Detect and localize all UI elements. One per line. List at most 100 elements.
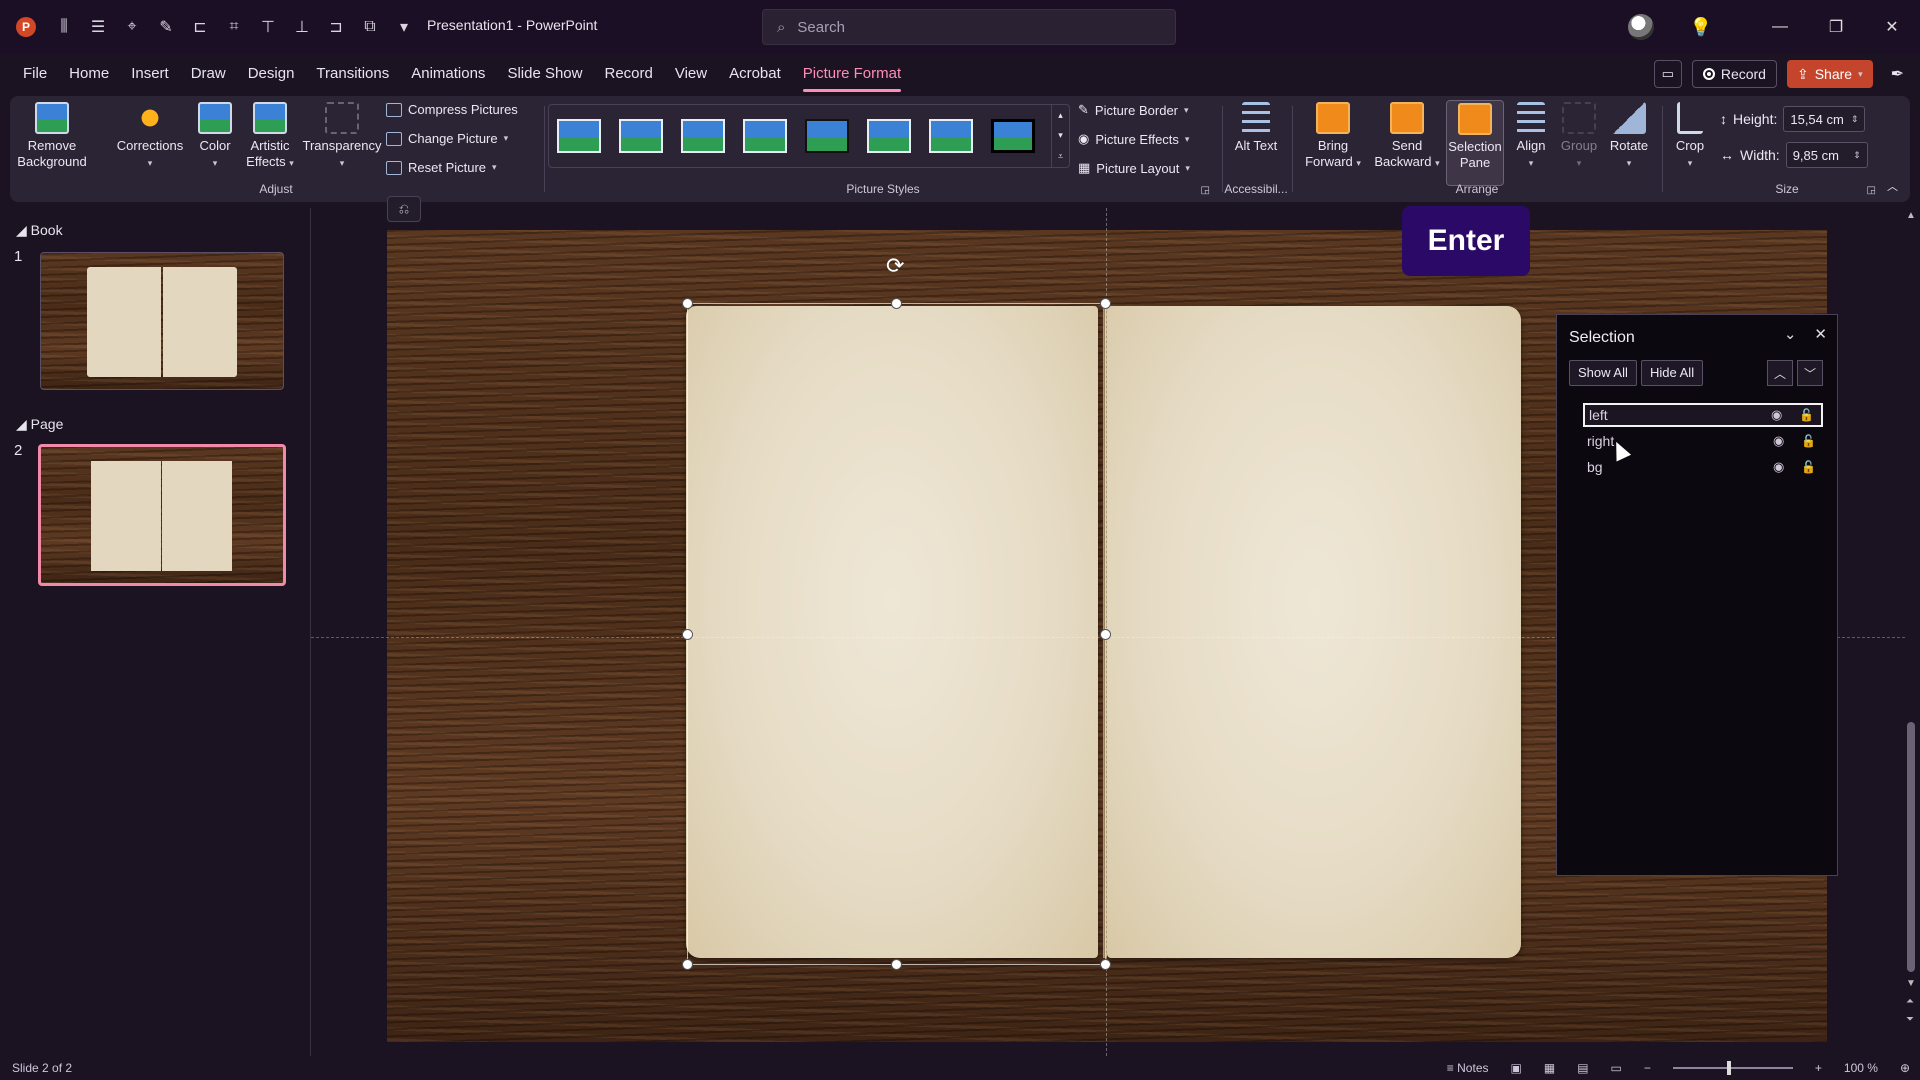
resize-handle[interactable] [1100,629,1111,640]
resize-handle[interactable] [682,959,693,970]
record-button[interactable]: Record [1691,60,1777,88]
crop-icon[interactable]: ⌗ [222,15,246,39]
reset-picture-button[interactable]: Reset Picture ▾ [386,160,497,175]
tab-picture-format[interactable]: Picture Format [792,54,912,94]
resize-handle[interactable] [682,629,693,640]
hide-all-button[interactable]: Hide All [1641,360,1704,386]
unlock-icon[interactable]: 🔓 [1799,408,1815,422]
change-picture-button[interactable]: Change Picture ▾ [386,131,508,146]
corrections-button[interactable]: Corrections ▾ [114,100,186,171]
gallery-more-icon[interactable]: ⩡ [1058,151,1063,162]
picture-styles-launcher-icon[interactable]: ◲ [1201,185,1210,196]
resize-handle[interactable] [891,298,902,309]
tab-home[interactable]: Home [58,54,120,94]
align-bottom-icon[interactable]: ⊥ [290,15,314,39]
next-slide-icon[interactable]: ⏷ [1906,1014,1914,1025]
tab-design[interactable]: Design [237,54,306,94]
eye-icon[interactable]: ◉ [1773,433,1789,449]
picture-layout-button[interactable]: ▦ Picture Layout ▾ [1078,160,1190,176]
artistic-effects-button[interactable]: Artistic Effects ▾ [240,100,300,171]
unlock-icon[interactable]: 🔓 [1801,434,1817,448]
draw-icon[interactable]: ✎ [154,15,178,39]
resize-handle[interactable] [891,959,902,970]
tab-view[interactable]: View [664,54,718,94]
group-icon[interactable]: ⧉ [358,15,382,39]
resize-handle[interactable] [1100,298,1111,309]
resize-handle[interactable] [682,298,693,309]
picture-style-thumbnail[interactable] [743,119,787,153]
pen-icon[interactable]: ✒ [1891,64,1904,84]
slide-show-icon[interactable]: ▭ [1611,1061,1622,1075]
spinner-icon[interactable]: ⇕ [1851,114,1859,125]
tab-animations[interactable]: Animations [400,54,496,94]
rotate-handle-icon[interactable]: ⟳ [886,253,904,279]
color-button[interactable]: Color ▾ [192,100,238,171]
align-vertical-icon[interactable]: ⫼ [52,15,76,39]
picture-style-thumbnail[interactable] [929,119,973,153]
tab-draw[interactable]: Draw [180,54,237,94]
section-page[interactable]: ◢ Page [16,416,63,433]
send-backward-button[interactable]: Send Backward ▾ [1370,100,1444,171]
share-button[interactable]: ⇪ Share ▾ [1786,60,1873,88]
vertical-scrollbar[interactable]: ▲ ▼ ⏶ ⏷ [1904,208,1918,1056]
zoom-out-icon[interactable]: − [1644,1061,1651,1075]
normal-view-icon[interactable]: ▣ [1511,1061,1522,1075]
slide-options-icon[interactable]: ⎌ [387,196,421,222]
customize-qat-icon[interactable]: ▾ [392,15,416,39]
restore-button[interactable]: ❐ [1808,17,1864,37]
lightbulb-icon[interactable]: 💡 [1690,17,1712,38]
chevron-down-icon[interactable]: ▾ [1058,130,1063,141]
width-input[interactable]: 9,85 cm ⇕ [1785,142,1868,168]
compress-pictures-button[interactable]: Compress Pictures [386,102,518,117]
comments-button[interactable]: ▭ [1653,60,1682,88]
distribute-icon[interactable]: ☰ [86,15,110,39]
picture-effects-button[interactable]: ◉ Picture Effects ▾ [1078,131,1189,147]
avatar[interactable] [1627,14,1654,40]
rotate-button[interactable]: Rotate ▾ [1604,100,1654,171]
send-backward-order-button[interactable]: ﹀ [1797,360,1823,386]
align-right-icon[interactable]: ⊐ [324,15,348,39]
picture-border-button[interactable]: ✎ Picture Border ▾ [1078,102,1189,118]
close-window-button[interactable]: ✕ [1864,17,1920,37]
tab-record[interactable]: Record [593,54,663,94]
size-launcher-icon[interactable]: ◲ [1867,185,1876,196]
tab-insert[interactable]: Insert [120,54,180,94]
section-book[interactable]: ◢ Book [16,222,63,239]
eye-icon[interactable]: ◉ [1771,407,1787,423]
show-all-button[interactable]: Show All [1569,360,1637,386]
group-button[interactable]: Group ▾ [1556,100,1602,171]
close-icon[interactable]: ✕ [1814,325,1827,343]
remove-background-button[interactable]: Remove Background [16,100,88,170]
spinner-icon[interactable]: ⇕ [1853,150,1861,161]
scrollbar-thumb[interactable] [1907,722,1915,972]
scroll-down-icon[interactable]: ▼ [1906,978,1916,989]
alt-text-button[interactable]: Alt Text [1228,100,1284,154]
bring-forward-order-button[interactable]: ︿ [1767,360,1793,386]
tab-slide-show[interactable]: Slide Show [496,54,593,94]
notes-button[interactable]: ≡ Notes [1447,1061,1489,1075]
slide-sorter-icon[interactable]: ▦ [1544,1061,1555,1075]
zoom-slider-knob[interactable] [1726,1061,1731,1075]
selection-pane-button[interactable]: Selection Pane [1446,100,1504,186]
tab-acrobat[interactable]: Acrobat [718,54,792,94]
reading-view-icon[interactable]: ▤ [1577,1061,1588,1075]
tab-transitions[interactable]: Transitions [305,54,400,94]
picture-style-thumbnail[interactable] [557,119,601,153]
slide-thumbnail-1[interactable] [40,252,284,390]
unlock-icon[interactable]: 🔓 [1801,460,1817,474]
tab-file[interactable]: File [12,54,58,94]
zoom-slider[interactable] [1672,1061,1793,1075]
bring-forward-button[interactable]: Bring Forward ▾ [1298,100,1368,171]
zoom-in-icon[interactable]: + [1815,1061,1822,1075]
selection-item-left[interactable]: left ◉ 🔓 [1583,403,1823,427]
align-center-icon[interactable]: ⌖ [120,15,144,39]
align-button[interactable]: Align ▾ [1508,100,1554,171]
height-input[interactable]: 15,54 cm ⇕ [1783,106,1866,132]
chevron-down-icon[interactable]: ⌄ [1784,325,1797,343]
crop-button[interactable]: Crop ▾ [1668,100,1712,171]
transparency-button[interactable]: Transparency ▾ [300,100,384,171]
fit-to-window-icon[interactable]: ⊕ [1900,1061,1910,1075]
minimize-button[interactable]: — [1752,18,1808,36]
picture-style-thumbnail[interactable] [619,119,663,153]
align-left-icon[interactable]: ⊏ [188,15,212,39]
